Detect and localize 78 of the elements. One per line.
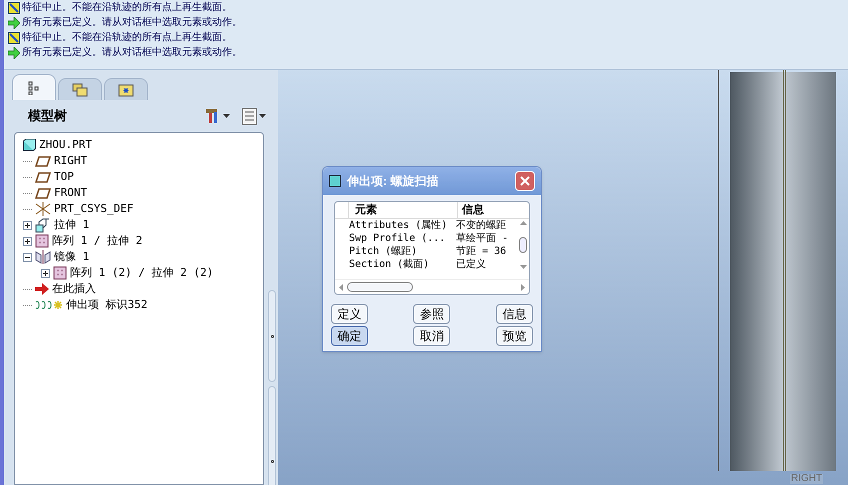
- mirror-icon: [35, 250, 51, 264]
- panel-title: 模型树: [28, 107, 67, 126]
- message-text: 特征中止。不能在沿轨迹的所有点上再生截面。: [22, 30, 232, 45]
- stop-icon: [8, 32, 20, 44]
- tools-menu-button[interactable]: [205, 108, 230, 124]
- caret-icon: [223, 114, 230, 118]
- minus-icon: [25, 256, 30, 258]
- navigator-tab[interactable]: [104, 78, 148, 100]
- expand-toggle[interactable]: [23, 220, 32, 230]
- column-header: 元素: [354, 202, 378, 218]
- dialog-button[interactable]: 信息: [496, 304, 533, 324]
- datum-label: RIGHT: [790, 474, 824, 484]
- table-cell-text: Section (截面): [349, 258, 430, 271]
- tree-item[interactable]: PRT_CSYS_DEF: [54, 200, 134, 218]
- dialog-title: 伸出项: 螺旋扫描: [347, 173, 440, 190]
- coordinate-system-icon: [35, 201, 51, 217]
- tree-item[interactable]: 阵列 1 / 拉伸 2: [52, 232, 142, 250]
- tree-item[interactable]: 镜像 1: [54, 248, 90, 266]
- expand-toggle[interactable]: [41, 268, 50, 278]
- sash-handle[interactable]: [268, 290, 276, 382]
- plus-icon: [25, 222, 30, 228]
- tree-item[interactable]: TOP: [54, 168, 74, 186]
- down-arrow-icon: [520, 265, 526, 269]
- dialog-button[interactable]: 定义: [331, 304, 368, 324]
- table-cell-text: Pitch (螺距): [349, 245, 418, 258]
- close-button[interactable]: [515, 171, 535, 191]
- collapse-toggle[interactable]: [23, 252, 32, 262]
- table-cell-text: 节距 = 36: [455, 245, 508, 258]
- plus-icon: [25, 238, 30, 244]
- dialog-button[interactable]: 预览: [496, 326, 533, 346]
- arrow-icon: [8, 16, 20, 28]
- column-header: 信息: [457, 202, 529, 218]
- tree-icon: [28, 80, 40, 94]
- tree-item[interactable]: FRONT: [54, 184, 88, 202]
- tree-item[interactable]: 阵列 1 (2) / 拉伸 2 (2): [70, 264, 214, 282]
- pattern-icon: [53, 266, 67, 280]
- list-icon: [242, 108, 257, 124]
- datum-plane-icon: [35, 172, 51, 182]
- navigator-tab[interactable]: [12, 74, 56, 100]
- part-icon: [23, 139, 36, 151]
- tree-item[interactable]: 在此插入: [52, 280, 96, 298]
- table-cell-text: Attributes (属性): [349, 219, 448, 232]
- close-icon: [520, 176, 530, 186]
- arrow-icon: [8, 46, 20, 58]
- table-cell-text: 草绘平面 -: [455, 232, 510, 245]
- table-cell-text: Swp Profile (...: [349, 232, 446, 245]
- message-text: 所有元素已定义。请从对话框中选取元素或动作。: [22, 46, 242, 60]
- dialog-button[interactable]: 取消: [413, 326, 450, 346]
- datum-plane-icon: [35, 188, 51, 198]
- caret-icon: [259, 114, 266, 118]
- tree-item[interactable]: ZHOU.PRT: [39, 136, 92, 154]
- horizontal-scrollbar[interactable]: [335, 279, 529, 294]
- folders-icon: [72, 82, 88, 96]
- tree-item[interactable]: RIGHT: [54, 152, 88, 170]
- left-arrow-icon: [339, 284, 343, 290]
- datum-plane-icon: [35, 156, 51, 166]
- message-text: 所有元素已定义。请从对话框中选取元素或动作。: [22, 16, 242, 30]
- part-icon: [329, 175, 341, 187]
- helix-icon: [35, 299, 63, 311]
- settings-menu-button[interactable]: [242, 108, 266, 124]
- table-cell-text: 已定义: [455, 258, 488, 271]
- dialog-button[interactable]: 确定: [331, 326, 368, 346]
- right-arrow-icon: [521, 284, 525, 290]
- extrude-icon: [35, 218, 51, 232]
- vertical-scrollbar[interactable]: [517, 219, 529, 271]
- plus-icon: [43, 270, 48, 276]
- folder-icon: [118, 82, 134, 96]
- stop-icon: [8, 2, 20, 14]
- table-cell-text: 不变的螺距: [455, 219, 508, 232]
- up-arrow-icon: [520, 221, 526, 225]
- pattern-icon: [35, 234, 49, 248]
- expand-toggle[interactable]: [23, 236, 32, 246]
- message-text: 特征中止。不能在沿轨迹的所有点上再生截面。: [22, 0, 232, 15]
- navigator-tab[interactable]: [58, 78, 102, 100]
- tree-item[interactable]: 伸出项 标识352: [66, 296, 148, 314]
- tree-item[interactable]: 拉伸 1: [54, 216, 90, 234]
- arrow-icon: [35, 283, 49, 295]
- dialog-button[interactable]: 参照: [413, 304, 450, 324]
